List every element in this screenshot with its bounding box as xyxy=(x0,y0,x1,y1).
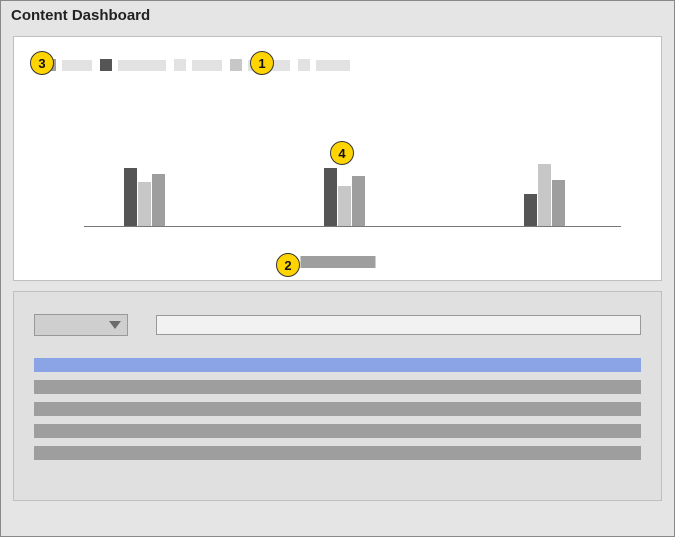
filter-row xyxy=(34,314,641,336)
annotation-badge-4: 4 xyxy=(330,141,354,165)
legend-item[interactable] xyxy=(174,59,222,71)
bar[interactable] xyxy=(338,186,351,226)
legend-swatch xyxy=(230,59,242,71)
bar[interactable] xyxy=(352,176,365,226)
results-panel xyxy=(13,291,662,501)
list-item[interactable] xyxy=(34,424,641,438)
legend-swatch xyxy=(100,59,112,71)
list-item[interactable] xyxy=(34,358,641,372)
list-item[interactable] xyxy=(34,380,641,394)
x-axis-label xyxy=(300,256,375,268)
chevron-down-icon xyxy=(109,321,121,329)
annotation-badge-3: 3 xyxy=(30,51,54,75)
legend-label xyxy=(316,60,350,71)
bar[interactable] xyxy=(152,174,165,226)
page-title: Content Dashboard xyxy=(1,1,674,30)
bar[interactable] xyxy=(124,168,137,226)
bar-group xyxy=(524,164,565,226)
bar-group xyxy=(324,168,365,226)
x-axis xyxy=(84,226,621,227)
results-list xyxy=(34,358,641,460)
list-item[interactable] xyxy=(34,446,641,460)
app-frame: Content Dashboard xyxy=(0,0,675,537)
bar-group xyxy=(124,168,165,226)
chart-area xyxy=(84,107,621,227)
legend-swatch xyxy=(298,59,310,71)
bar[interactable] xyxy=(524,194,537,226)
legend-label xyxy=(192,60,222,71)
bar[interactable] xyxy=(324,168,337,226)
legend-label xyxy=(118,60,166,71)
list-item[interactable] xyxy=(34,402,641,416)
search-input[interactable] xyxy=(156,315,641,335)
bar[interactable] xyxy=(552,180,565,226)
annotation-badge-2: 2 xyxy=(276,253,300,277)
legend-swatch xyxy=(174,59,186,71)
bar[interactable] xyxy=(138,182,151,226)
legend-label xyxy=(62,60,92,71)
chart-legend xyxy=(44,59,350,71)
legend-item[interactable] xyxy=(298,59,350,71)
annotation-badge-1: 1 xyxy=(250,51,274,75)
bar[interactable] xyxy=(538,164,551,226)
legend-item[interactable] xyxy=(100,59,166,71)
filter-dropdown[interactable] xyxy=(34,314,128,336)
